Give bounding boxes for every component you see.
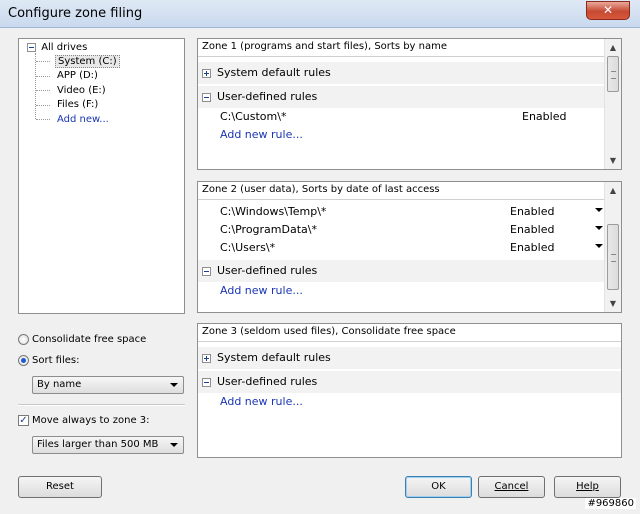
drive-tree[interactable]: All drives System (C:) APP (D:) Video (E… bbox=[18, 38, 185, 314]
close-icon[interactable]: ✕ bbox=[586, 1, 630, 20]
tree-item-files[interactable]: Files (F:) bbox=[55, 98, 100, 111]
zone1-group-system-label: System default rules bbox=[217, 66, 331, 79]
tree-node-all-drives[interactable]: All drives bbox=[27, 41, 89, 54]
tree-add-new-label: Add new... bbox=[57, 114, 109, 125]
cancel-button[interactable]: Cancel bbox=[478, 476, 545, 498]
rule-path: C:\ProgramData\* bbox=[220, 223, 317, 236]
collapse-icon[interactable] bbox=[27, 42, 36, 52]
zone2-rule-row[interactable]: C:\ProgramData\* Enabled bbox=[198, 221, 604, 239]
tree-label-files: Files (F:) bbox=[57, 99, 99, 110]
scroll-down-icon[interactable]: ▼ bbox=[605, 152, 621, 169]
zone3-header: Zone 3 (seldom used files), Consolidate … bbox=[198, 324, 621, 342]
tree-label-video: Video (E:) bbox=[57, 85, 106, 96]
dropdown-arrow-icon[interactable] bbox=[595, 226, 603, 230]
zone2-panel: Zone 2 (user data), Sorts by date of las… bbox=[197, 181, 622, 313]
zone3-add-rule-link[interactable]: Add new rule... bbox=[220, 395, 303, 408]
scroll-down-icon[interactable]: ▼ bbox=[605, 295, 621, 312]
consolidate-label: Consolidate free space bbox=[32, 334, 147, 345]
scroll-thumb[interactable] bbox=[607, 224, 619, 290]
move-filter-select[interactable]: Files larger than 500 MB bbox=[32, 436, 184, 454]
zone2-group-user-label: User-defined rules bbox=[217, 264, 318, 277]
zone3-panel: Zone 3 (seldom used files), Consolidate … bbox=[197, 323, 622, 458]
zone1-rule-row[interactable]: C:\Custom\* Enabled bbox=[198, 108, 604, 126]
zone1-group-user-label: User-defined rules bbox=[217, 90, 318, 103]
rule-status[interactable]: Enabled bbox=[510, 223, 554, 236]
zone1-panel: Zone 1 (programs and start files), Sorts… bbox=[197, 38, 622, 170]
zone1-add-rule-link[interactable]: Add new rule... bbox=[220, 128, 303, 141]
zone1-header: Zone 1 (programs and start files), Sorts… bbox=[198, 39, 604, 57]
zone2-rule-row[interactable]: C:\Users\* Enabled bbox=[198, 239, 604, 257]
dropdown-arrow-icon[interactable] bbox=[595, 208, 603, 212]
window-title: Configure zone filing bbox=[8, 6, 143, 21]
zone3-group-user-label: User-defined rules bbox=[217, 375, 318, 388]
zone1-scrollbar[interactable]: ▲ ▼ bbox=[604, 39, 621, 169]
chevron-down-icon bbox=[170, 443, 178, 447]
sort-files-radio[interactable] bbox=[18, 355, 29, 366]
collapse-icon[interactable] bbox=[202, 377, 211, 387]
rule-path: C:\Windows\Temp\* bbox=[220, 205, 327, 218]
zone2-rule-row[interactable]: C:\Windows\Temp\* Enabled bbox=[198, 203, 604, 221]
move-always-checkbox[interactable]: ✓ bbox=[18, 415, 29, 426]
tree-add-new-link[interactable]: Add new... bbox=[55, 113, 111, 126]
ok-button[interactable]: OK bbox=[405, 476, 472, 498]
dropdown-arrow-icon[interactable] bbox=[595, 244, 603, 248]
help-button[interactable]: Help bbox=[554, 476, 621, 498]
options-divider bbox=[18, 404, 185, 406]
sort-files-label: Sort files: bbox=[32, 355, 80, 366]
zone3-group-user-defined[interactable]: User-defined rules bbox=[198, 371, 621, 393]
title-bar: Configure zone filing ✕ bbox=[0, 0, 640, 28]
reset-button[interactable]: Reset bbox=[18, 476, 102, 498]
tree-label-app: APP (D:) bbox=[57, 70, 98, 81]
rule-path: C:\Custom\* bbox=[220, 110, 287, 123]
rule-path: C:\Users\* bbox=[220, 241, 276, 254]
tree-label-all-drives: All drives bbox=[41, 42, 88, 53]
collapse-icon[interactable] bbox=[202, 92, 211, 102]
move-filter-value: Files larger than 500 MB bbox=[37, 439, 159, 450]
expand-icon[interactable] bbox=[202, 68, 211, 78]
zone2-scrollbar[interactable]: ▲ ▼ bbox=[604, 182, 621, 312]
scroll-up-icon[interactable]: ▲ bbox=[605, 39, 621, 56]
rule-status[interactable]: Enabled bbox=[522, 110, 566, 123]
tree-label-system: System (C:) bbox=[55, 55, 120, 68]
tree-item-app[interactable]: APP (D:) bbox=[55, 69, 100, 82]
zone2-group-user-defined[interactable]: User-defined rules bbox=[198, 260, 604, 282]
chevron-down-icon bbox=[170, 383, 178, 387]
consolidate-radio[interactable] bbox=[18, 334, 29, 345]
move-always-label: Move always to zone 3: bbox=[32, 415, 150, 426]
watermark: #969860 bbox=[585, 498, 636, 509]
sort-by-select[interactable]: By name bbox=[32, 376, 184, 394]
rule-status[interactable]: Enabled bbox=[510, 205, 554, 218]
zone1-group-user-defined[interactable]: User-defined rules bbox=[198, 86, 604, 108]
zone2-add-rule-link[interactable]: Add new rule... bbox=[220, 284, 303, 297]
zone1-group-system-default[interactable]: System default rules bbox=[198, 62, 604, 84]
scroll-thumb[interactable] bbox=[607, 56, 619, 92]
tree-item-video[interactable]: Video (E:) bbox=[55, 84, 108, 97]
zone3-group-system-default[interactable]: System default rules bbox=[198, 347, 621, 369]
zone2-header: Zone 2 (user data), Sorts by date of las… bbox=[198, 182, 604, 200]
expand-icon[interactable] bbox=[202, 353, 211, 363]
collapse-icon[interactable] bbox=[202, 266, 211, 276]
scroll-up-icon[interactable]: ▲ bbox=[605, 182, 621, 199]
sort-by-value: By name bbox=[37, 379, 82, 390]
zone3-group-system-label: System default rules bbox=[217, 351, 331, 364]
tree-item-system[interactable]: System (C:) bbox=[55, 55, 120, 68]
rule-status[interactable]: Enabled bbox=[510, 241, 554, 254]
